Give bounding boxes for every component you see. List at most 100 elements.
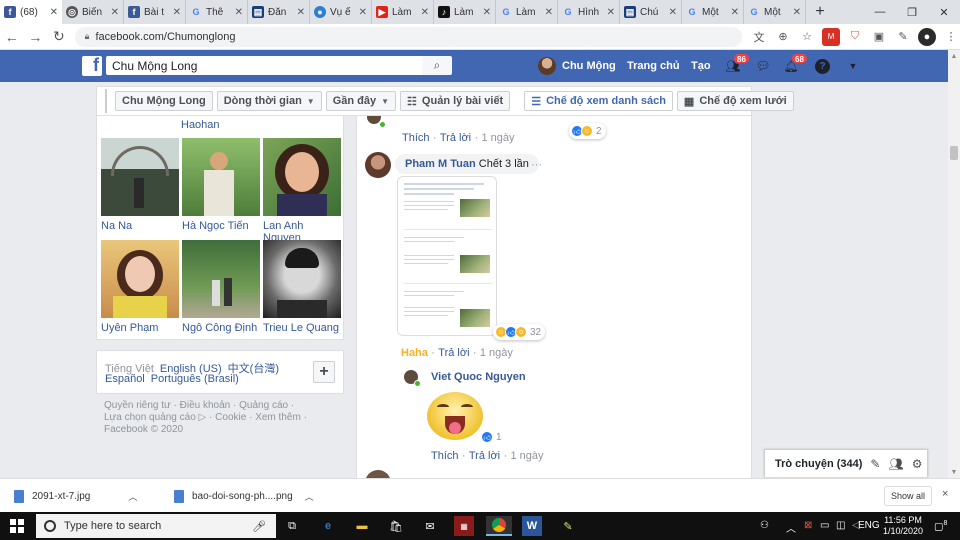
close-tab-icon[interactable]: ✕ — [669, 7, 677, 18]
sort-dropdown[interactable]: Gần đây ▼ — [325, 91, 397, 111]
footer-link[interactable]: Quyền riêng tư — [104, 400, 171, 411]
like-link[interactable]: Thích — [431, 450, 459, 462]
close-tab-icon[interactable]: ✕ — [173, 7, 181, 18]
browser-tab[interactable]: G Một ✕ — [744, 0, 806, 24]
browser-tab[interactable]: G Thê ✕ — [186, 0, 248, 24]
footer-link[interactable]: Cookie — [215, 412, 246, 423]
footer-link[interactable]: Điều khoản — [180, 400, 231, 411]
extension-puzzle-icon[interactable]: ▣ — [870, 28, 888, 46]
battery-icon[interactable]: ▭ — [820, 520, 829, 531]
security-tray-icon[interactable]: ⊠ — [804, 520, 812, 531]
file-explorer-icon[interactable]: ▬ — [352, 516, 372, 536]
gear-icon[interactable]: ⚙ — [912, 457, 923, 471]
store-icon[interactable]: 🛍︎ — [386, 516, 406, 536]
reaction-summary[interactable]: 👍︎ 1 — [479, 429, 506, 445]
extension-bug-icon[interactable]: ✎ — [894, 28, 912, 46]
reply-link[interactable]: Trả lời — [440, 132, 471, 144]
minimize-icon[interactable]: — — [864, 0, 896, 24]
browser-tab[interactable]: ◎ Biến ✕ — [62, 0, 124, 24]
header-profile-link[interactable]: Chu Mộng — [538, 56, 616, 76]
friend-photo[interactable] — [101, 240, 179, 318]
more-options-icon[interactable]: ··· — [531, 159, 542, 171]
forward-icon[interactable]: → — [24, 29, 48, 45]
reaction-summary[interactable]: 👍︎ ☺ 2 — [569, 123, 606, 139]
friend-name[interactable]: Haohan — [181, 119, 220, 131]
footer-link[interactable]: Quảng cáo — [239, 400, 288, 411]
browser-tab[interactable]: ▤ Đăn ✕ — [248, 0, 310, 24]
create-link[interactable]: Tạo — [691, 56, 711, 76]
back-icon[interactable]: ← — [0, 29, 24, 45]
show-all-downloads-button[interactable]: Show all — [884, 486, 932, 506]
show-hidden-icons[interactable]: ︿ — [786, 520, 796, 535]
friend-photo[interactable] — [263, 138, 341, 216]
browser-tab[interactable]: G Làm ✕ — [496, 0, 558, 24]
comment-time[interactable]: 1 ngày — [481, 132, 514, 144]
language-link[interactable]: Português (Brasil) — [151, 373, 239, 385]
browser-tab[interactable]: ● Vụ ế ✕ — [310, 0, 372, 24]
action-center-icon[interactable]: ▢8 — [934, 520, 947, 532]
search-icon[interactable]: ⌕ — [422, 56, 452, 75]
chevron-up-icon[interactable]: ︿ — [128, 490, 137, 503]
browser-tab[interactable]: G Hình ✕ — [558, 0, 620, 24]
taskbar-search-box[interactable]: Type here to search 🎤︎ — [36, 514, 276, 538]
chrome-icon[interactable] — [486, 516, 512, 536]
facebook-search-input[interactable] — [106, 56, 422, 75]
url-input[interactable]: 🔒︎ facebook.com/Chumonglong — [74, 26, 742, 47]
close-tab-icon[interactable]: ✕ — [359, 7, 367, 18]
close-window-icon[interactable]: ✕ — [928, 0, 960, 24]
timeline-dropdown[interactable]: Dòng thời gian ▼ — [216, 91, 322, 111]
chat-sidebar-bar[interactable]: Trò chuyện (344) ✎ 👥︎ ⚙ — [764, 449, 928, 477]
new-group-icon[interactable]: 👥︎ — [888, 457, 903, 471]
list-view-button[interactable]: ☰ Chế độ xem danh sách — [524, 91, 673, 111]
edge-browser-icon[interactable]: e — [318, 516, 338, 536]
messenger-icon[interactable]: 💬︎ — [754, 57, 772, 75]
reload-icon[interactable]: ↻ — [47, 28, 71, 45]
my-reaction-link[interactable]: Haha — [401, 347, 428, 359]
scroll-thumb[interactable] — [950, 146, 958, 160]
input-language[interactable]: ENG — [858, 520, 880, 531]
facebook-logo-icon[interactable]: f — [82, 55, 102, 76]
comment-time[interactable]: 1 ngày — [480, 347, 513, 359]
windows-start-icon[interactable] — [10, 519, 24, 533]
browser-tab[interactable]: ♪ Làm ✕ — [434, 0, 496, 24]
comment-image-attachment[interactable] — [397, 176, 497, 336]
comment-author[interactable]: Pham M Tuan — [405, 158, 476, 170]
friend-photo[interactable] — [182, 240, 260, 318]
friend-photo[interactable] — [263, 240, 341, 318]
browser-tab[interactable]: G Một ✕ — [682, 0, 744, 24]
manage-posts-button[interactable]: ☷ Quản lý bài viết — [400, 91, 511, 111]
bookmark-star-icon[interactable]: ☆ — [798, 28, 816, 46]
close-tab-icon[interactable]: ✕ — [731, 7, 739, 18]
download-item[interactable]: 2091-xt-7.jpg ︿ — [14, 488, 137, 504]
home-link[interactable]: Trang chủ — [627, 56, 680, 76]
friend-photo[interactable] — [182, 138, 260, 216]
browser-tab[interactable]: f (68) ✕ — [0, 0, 62, 24]
mail-icon[interactable]: ✉ — [420, 516, 440, 536]
avatar[interactable] — [365, 470, 391, 478]
account-menu-caret-icon[interactable]: ▼ — [844, 57, 862, 75]
word-icon[interactable]: W — [522, 516, 542, 536]
footer-link[interactable]: Xem thêm — [255, 412, 301, 423]
browser-tab[interactable]: ▶ Làm ✕ — [372, 0, 434, 24]
browser-tab[interactable]: ▤ Chú ✕ — [620, 0, 682, 24]
add-language-button[interactable]: + — [313, 361, 335, 383]
translate-icon[interactable]: 文 — [750, 28, 768, 46]
notifications-bell-icon[interactable]: 🔔︎ 68 — [782, 53, 808, 75]
people-icon[interactable]: ⚇ — [760, 520, 769, 531]
profile-name-button[interactable]: Chu Mộng Long — [115, 91, 213, 111]
footer-link[interactable]: Lựa chọn quảng cáo ▷ — [104, 412, 206, 423]
language-link[interactable]: Español — [105, 373, 145, 385]
page-scrollbar[interactable]: ▲ ▼ — [948, 50, 960, 478]
friend-name[interactable]: Uyên Phạm — [101, 322, 158, 334]
download-item[interactable]: bao-doi-song-ph....png ︿ — [174, 488, 314, 504]
reaction-summary[interactable]: ☺ 👍︎ o 32 — [493, 324, 546, 340]
friend-name[interactable]: Hà Ngọc Tiến — [182, 220, 249, 232]
profile-thumbnail[interactable] — [105, 89, 107, 113]
close-tab-icon[interactable]: ✕ — [297, 7, 305, 18]
friend-photo[interactable] — [101, 138, 179, 216]
close-tab-icon[interactable]: ✕ — [545, 7, 553, 18]
scroll-down-icon[interactable]: ▼ — [948, 466, 960, 478]
sticker-image[interactable] — [427, 392, 483, 444]
comment-author[interactable]: Viet Quoc Nguyen — [431, 371, 526, 383]
close-tab-icon[interactable]: ✕ — [607, 7, 615, 18]
